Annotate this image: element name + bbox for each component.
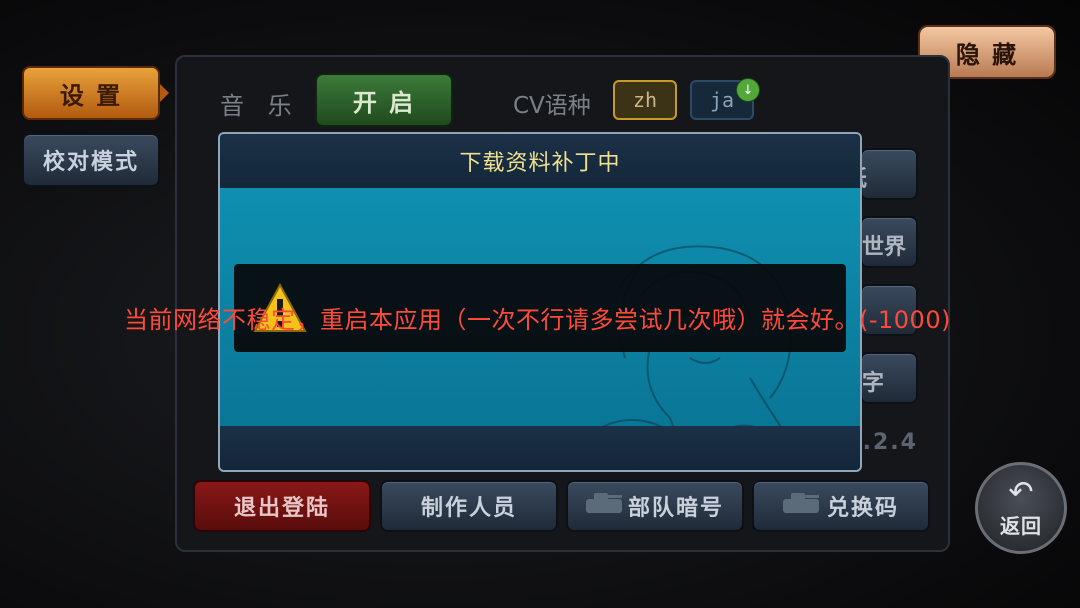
dialog-title: 下载资料补丁中: [459, 151, 621, 176]
tank-icon: [782, 493, 819, 513]
tank-icon: [585, 493, 622, 513]
world-label: 世界: [862, 235, 907, 260]
music-label: 音 乐: [220, 92, 300, 120]
squad-code-label: 部队暗号: [627, 496, 724, 521]
dialog-footer: [220, 426, 860, 470]
back-arrow-icon: ↶: [1008, 474, 1034, 510]
cv-language-label: CV语种: [513, 93, 591, 119]
sidebar-item-settings[interactable]: 设 置: [22, 66, 160, 120]
redeem-code-button[interactable]: 兑换码: [752, 480, 930, 532]
back-label: 返回: [1000, 513, 1042, 538]
credits-button[interactable]: 制作人员: [380, 480, 558, 532]
logout-button[interactable]: 退出登陆: [193, 480, 371, 532]
save-label: 字: [862, 371, 885, 396]
sidebar-active-arrow-icon: [160, 84, 169, 102]
wallpaper-button[interactable]: .: [860, 148, 918, 200]
back-button[interactable]: ↶ 返回: [975, 462, 1067, 554]
redeem-code-label: 兑换码: [826, 496, 899, 521]
sidebar-item-proofread-mode[interactable]: 校对模式: [22, 133, 160, 187]
error-message: 当前网络不稳定，重启本应用（一次不行请多尝试几次哦）就会好。(-1000): [124, 306, 951, 334]
music-toggle-button[interactable]: 开 启: [315, 73, 453, 127]
cv-option-zh[interactable]: zh: [613, 80, 677, 120]
dialog-header: 下载资料补丁中: [220, 134, 860, 188]
download-icon: ↓: [736, 78, 760, 102]
squad-code-button[interactable]: 部队暗号: [566, 480, 744, 532]
